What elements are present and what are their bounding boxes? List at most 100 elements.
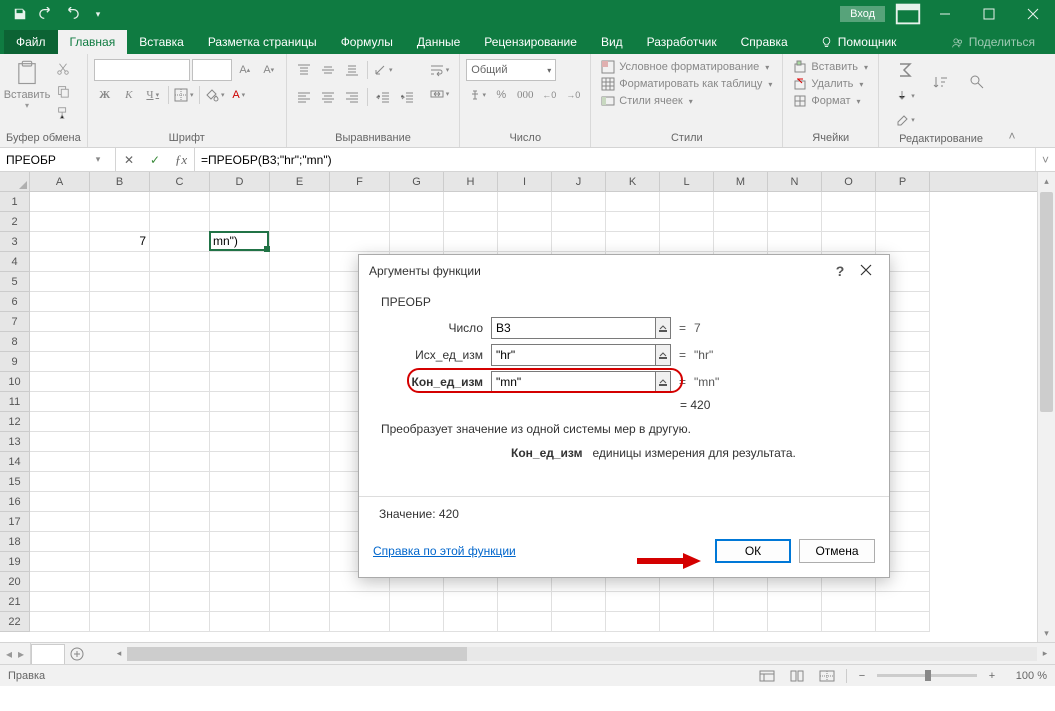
- cell[interactable]: [876, 232, 930, 252]
- increase-font-icon[interactable]: A▴: [234, 59, 256, 81]
- row-header[interactable]: 19: [0, 552, 29, 572]
- format-cells-button[interactable]: Формат▾: [789, 93, 872, 109]
- column-header[interactable]: N: [768, 172, 822, 191]
- scroll-up-icon[interactable]: ▴: [1038, 172, 1055, 190]
- tab-insert[interactable]: Вставка: [127, 30, 196, 54]
- cell[interactable]: [210, 432, 270, 452]
- cell[interactable]: [90, 592, 150, 612]
- clear-icon[interactable]: [894, 109, 916, 131]
- row-header[interactable]: 18: [0, 532, 29, 552]
- name-box[interactable]: ▾: [0, 148, 116, 171]
- cell[interactable]: [768, 192, 822, 212]
- cell[interactable]: [30, 192, 90, 212]
- cell[interactable]: [822, 232, 876, 252]
- cell[interactable]: [150, 512, 210, 532]
- ok-button[interactable]: ОК: [715, 539, 791, 563]
- cell[interactable]: [90, 432, 150, 452]
- cell[interactable]: [150, 232, 210, 252]
- cell[interactable]: [90, 332, 150, 352]
- cell[interactable]: [90, 512, 150, 532]
- cell[interactable]: [150, 192, 210, 212]
- cell[interactable]: [876, 192, 930, 212]
- cell[interactable]: [270, 492, 330, 512]
- cell[interactable]: [714, 592, 768, 612]
- cell[interactable]: [822, 592, 876, 612]
- merge-center-icon[interactable]: [426, 83, 454, 105]
- cell[interactable]: [390, 232, 444, 252]
- cancel-formula-icon[interactable]: ✕: [116, 148, 142, 171]
- cell[interactable]: [270, 392, 330, 412]
- column-header[interactable]: J: [552, 172, 606, 191]
- horizontal-scrollbar[interactable]: ◂ ▸: [109, 643, 1055, 664]
- cell[interactable]: [270, 512, 330, 532]
- cell[interactable]: [270, 352, 330, 372]
- cell[interactable]: [270, 592, 330, 612]
- cell[interactable]: [30, 232, 90, 252]
- cell[interactable]: [714, 612, 768, 632]
- row-header[interactable]: 20: [0, 572, 29, 592]
- name-box-dropdown-icon[interactable]: ▾: [90, 154, 106, 165]
- cell[interactable]: [606, 212, 660, 232]
- collapse-dialog-icon[interactable]: [655, 372, 670, 392]
- column-header[interactable]: E: [270, 172, 330, 191]
- cell[interactable]: [210, 612, 270, 632]
- cell[interactable]: [714, 192, 768, 212]
- cell[interactable]: [210, 272, 270, 292]
- cell[interactable]: [210, 252, 270, 272]
- cell[interactable]: [90, 212, 150, 232]
- cell[interactable]: [822, 212, 876, 232]
- page-break-view-icon[interactable]: [816, 667, 838, 685]
- cell[interactable]: [498, 232, 552, 252]
- cell[interactable]: [210, 532, 270, 552]
- cell[interactable]: [270, 532, 330, 552]
- new-sheet-icon[interactable]: [65, 643, 89, 664]
- column-header[interactable]: B: [90, 172, 150, 191]
- login-button[interactable]: Вход: [840, 6, 885, 22]
- cell[interactable]: [90, 292, 150, 312]
- row-header[interactable]: 11: [0, 392, 29, 412]
- cell[interactable]: [210, 332, 270, 352]
- cell[interactable]: [498, 612, 552, 632]
- vertical-scrollbar[interactable]: ▴ ▾: [1037, 172, 1055, 642]
- row-header[interactable]: 6: [0, 292, 29, 312]
- undo-icon[interactable]: [34, 3, 58, 25]
- row-header[interactable]: 7: [0, 312, 29, 332]
- cell[interactable]: [210, 312, 270, 332]
- find-select-icon[interactable]: [963, 69, 991, 95]
- orientation-icon[interactable]: [372, 59, 394, 81]
- cell[interactable]: [210, 392, 270, 412]
- cell[interactable]: [150, 452, 210, 472]
- cell[interactable]: [330, 192, 390, 212]
- save-icon[interactable]: [8, 3, 32, 25]
- cell[interactable]: [270, 372, 330, 392]
- cell[interactable]: [552, 592, 606, 612]
- dialog-help-icon[interactable]: ?: [827, 263, 853, 279]
- cell[interactable]: [210, 212, 270, 232]
- dialog-close-icon[interactable]: [853, 264, 879, 279]
- cell[interactable]: [444, 232, 498, 252]
- insert-cells-button[interactable]: Вставить▾: [789, 59, 872, 75]
- dialog-help-link[interactable]: Справка по этой функции: [373, 544, 516, 558]
- collapse-dialog-icon[interactable]: [655, 345, 670, 365]
- cell[interactable]: [150, 472, 210, 492]
- row-header[interactable]: 4: [0, 252, 29, 272]
- cell[interactable]: [150, 392, 210, 412]
- cell[interactable]: [30, 552, 90, 572]
- row-header[interactable]: 1: [0, 192, 29, 212]
- cell[interactable]: [30, 432, 90, 452]
- cell[interactable]: [270, 332, 330, 352]
- cell[interactable]: [210, 292, 270, 312]
- collapse-dialog-icon[interactable]: [655, 318, 670, 338]
- cell[interactable]: [660, 592, 714, 612]
- argument-input[interactable]: [492, 318, 655, 338]
- decrease-indent-icon[interactable]: [372, 86, 394, 108]
- cell[interactable]: [150, 412, 210, 432]
- format-painter-icon[interactable]: [52, 103, 74, 123]
- scroll-left-icon[interactable]: ◂: [111, 648, 127, 659]
- cell[interactable]: [270, 472, 330, 492]
- cell[interactable]: [30, 532, 90, 552]
- scroll-right-icon[interactable]: ▸: [1037, 648, 1053, 659]
- scroll-down-icon[interactable]: ▾: [1038, 624, 1055, 642]
- cell[interactable]: [498, 592, 552, 612]
- maximize-button[interactable]: [967, 0, 1011, 28]
